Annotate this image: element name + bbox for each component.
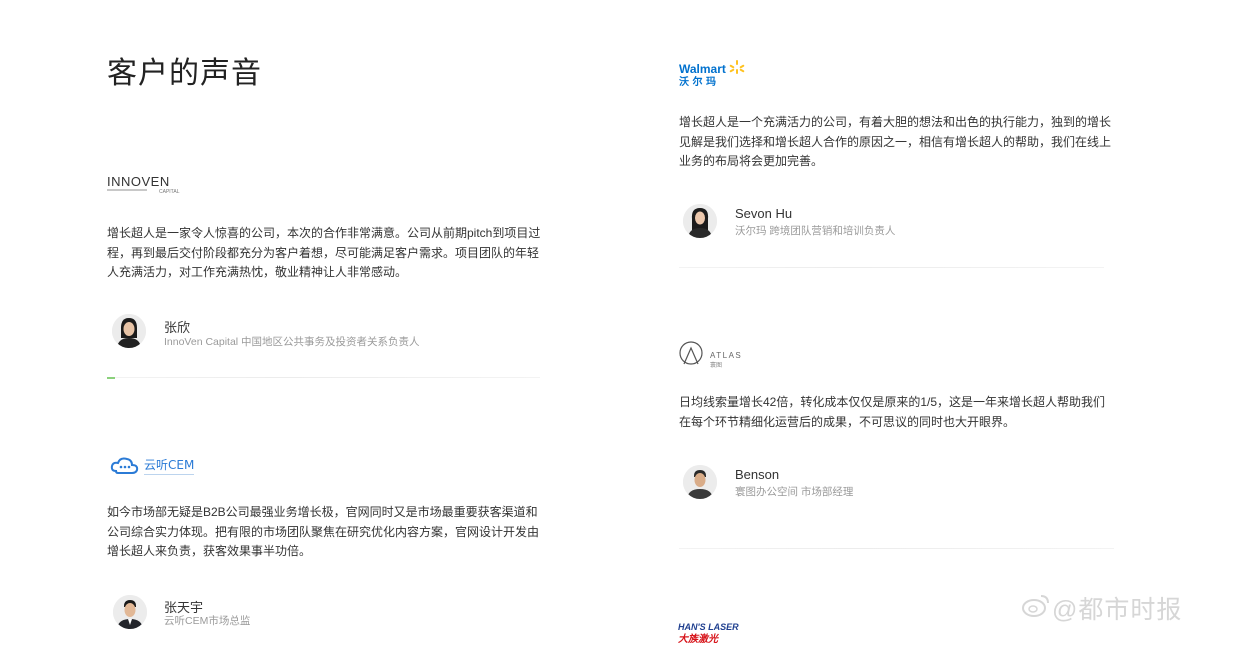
person-role-zhang-xin: InnoVen Capital 中国地区公共事务及投资者关系负责人 (164, 336, 420, 348)
hans-laser-logo: HAN'S LASER 大族激光 (678, 621, 768, 647)
innoven-logo-text: INNOVEN (107, 174, 170, 189)
person-name-sevon-hu: Sevon Hu (735, 206, 793, 221)
yunting-cem-logo: 云听CEM (110, 454, 210, 480)
page-title: 客户的声音 (107, 57, 262, 90)
hans-laser-logo-text: HAN'S LASER (678, 622, 739, 632)
testimonial-quote-atlas: 日均线索量增长42倍，转化成本仅仅是原来的1/5，这是一年来增长超人帮助我们在每… (679, 395, 1106, 429)
innoven-logo-mark: INNOVEN CAPITAL (107, 174, 180, 195)
atlas-logo: ATLAS 寰图 (678, 340, 748, 370)
person-role-sevon-hu: 沃尔玛 跨境团队营销和培训负责人 (735, 225, 896, 237)
testimonial-quote-yunting: 如今市场部无疑是B2B公司最强业务增长极，官网同时又是市场最重要获客渠道和公司综… (107, 505, 540, 558)
walmart-spark-icon (729, 60, 745, 74)
atlas-logo-subtext: 寰图 (710, 361, 722, 369)
person-name-benson: Benson (735, 467, 780, 482)
person-role-zhang-tianyu: 云听CEM市场总监 (164, 615, 251, 627)
divider (679, 548, 1114, 549)
divider (107, 377, 540, 378)
watermark-text: @都市时报 (1052, 596, 1183, 624)
avatar-zhang-tianyu (113, 595, 147, 629)
innoven-logo: INNOVEN CAPITAL (107, 174, 187, 196)
atlas-mark-icon (679, 341, 703, 365)
walmart-logo-subtext: 沃 尔 玛 (679, 75, 716, 88)
avatar-sevon-hu (683, 204, 717, 238)
weibo-icon (1021, 590, 1051, 620)
yunting-cem-logo-text: 云听CEM (144, 458, 194, 472)
divider-accent (107, 377, 115, 379)
testimonial-quote-walmart: 增长超人是一个充满活力的公司，有着大胆的想法和出色的执行能力，独到的增长见解是我… (679, 115, 1112, 168)
cloud-icon (110, 457, 139, 474)
walmart-logo-text: Walmart (679, 62, 726, 76)
person-role-benson: 寰图办公空间 市场部经理 (735, 486, 854, 498)
testimonial-quote-innoven: 增长超人是一家令人惊喜的公司，本次的合作非常满意。公司从前期pitch到项目过程… (107, 226, 541, 279)
atlas-logo-text: ATLAS (710, 351, 742, 360)
walmart-logo: Walmart 沃 尔 玛 (679, 58, 749, 88)
innoven-logo-subtext: CAPITAL (159, 189, 180, 195)
hans-laser-logo-subtext: 大族激光 (678, 633, 719, 645)
avatar-benson (683, 465, 717, 499)
avatar-zhang-xin (112, 314, 146, 348)
divider (679, 267, 1104, 268)
